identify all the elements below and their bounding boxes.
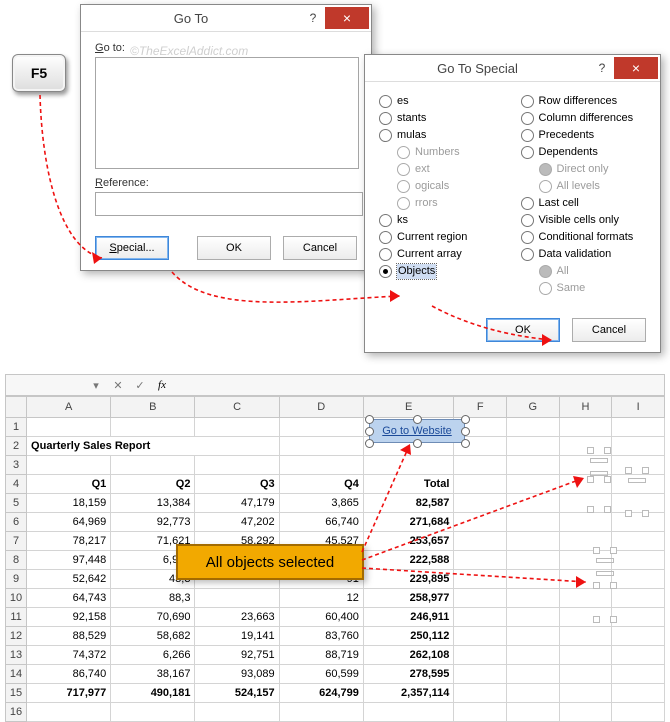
annotation-arrows xyxy=(0,0,670,722)
